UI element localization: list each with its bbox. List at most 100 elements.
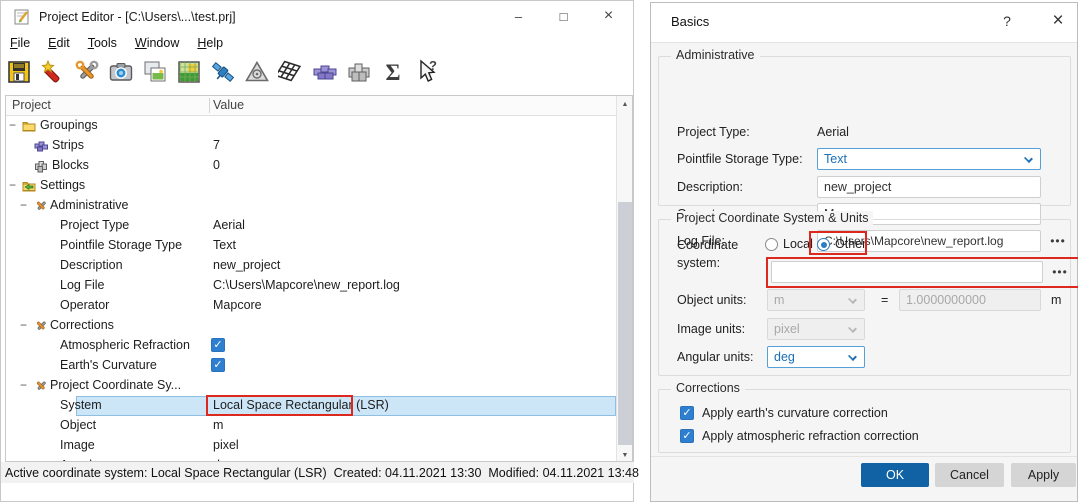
description-label: Description: — [677, 180, 743, 194]
project-editor-window: Project Editor - [C:\Users\...\test.prj]… — [0, 0, 634, 502]
angular-units-select[interactable]: deg — [767, 346, 865, 368]
tree-row[interactable]: − Administrative — [6, 196, 618, 216]
corrections-legend: Corrections — [671, 381, 745, 395]
menu-file[interactable]: File — [1, 34, 39, 52]
pointfile-storage-type-value: Text — [824, 152, 847, 166]
tree-row[interactable]: Blocks0 — [6, 156, 618, 176]
toolbar: Σ? — [3, 54, 443, 90]
menu-tools[interactable]: Tools — [79, 34, 126, 52]
tree-row-value: C:\Users\Mapcore\new_report.log — [213, 278, 400, 292]
tree-row[interactable]: Objectm — [6, 416, 618, 436]
correction-label: Apply earth's curvature correction — [702, 406, 888, 420]
dialog-title: Basics — [671, 14, 709, 29]
maximize-button[interactable]: □ — [541, 1, 586, 31]
tree-row-label: Atmospheric Refraction — [60, 338, 190, 352]
tree-row[interactable]: Project TypeAerial — [6, 216, 618, 236]
correction-row: ✓ Apply earth's curvature correction — [680, 406, 888, 420]
scroll-up-arrow-icon[interactable]: ▲ — [617, 96, 633, 112]
tree-row-label: Settings — [40, 178, 85, 192]
pointfile-storage-type-select[interactable]: Text — [817, 148, 1041, 170]
tree-row[interactable]: Descriptionnew_project — [6, 256, 618, 276]
raster-map-icon[interactable] — [173, 56, 205, 88]
minimize-button[interactable]: – — [496, 1, 541, 31]
pyramid-target-icon[interactable] — [241, 56, 273, 88]
expander-icon[interactable]: − — [20, 378, 27, 392]
correction-row: ✓Apply atmospheric refraction correction — [680, 429, 919, 443]
menu-window[interactable]: Window — [126, 34, 188, 52]
scroll-down-arrow-icon[interactable]: ▼ — [617, 447, 633, 462]
ok-button[interactable]: OK — [861, 463, 929, 487]
svg-text:?: ? — [429, 59, 437, 73]
image-units-select: pixel — [767, 318, 865, 340]
object-units-select: m — [767, 289, 865, 311]
tree-row[interactable]: Log FileC:\Users\Mapcore\new_report.log — [6, 276, 618, 296]
tree-header-project[interactable]: Project — [12, 98, 51, 112]
images-icon[interactable] — [139, 56, 171, 88]
tree-header-value[interactable]: Value — [213, 98, 244, 112]
expander-icon[interactable]: − — [20, 198, 27, 212]
corrections-group: Corrections ✓Apply earth's curvature cor… — [658, 389, 1071, 453]
close-button[interactable]: × — [586, 1, 631, 31]
expander-icon[interactable]: − — [9, 178, 16, 192]
column-divider[interactable] — [209, 98, 210, 113]
tree-row-label: Strips — [52, 138, 84, 152]
tree-row-label: Earth's Curvature — [60, 358, 157, 372]
description-field[interactable]: new_project — [817, 176, 1041, 198]
save-icon[interactable] — [3, 56, 35, 88]
administrative-legend: Administrative — [671, 48, 760, 62]
menu-help[interactable]: Help — [188, 34, 232, 52]
angular-units-label: Angular units: — [677, 350, 753, 364]
tree-row-label: Operator — [60, 298, 109, 312]
tree-row[interactable]: − Settings — [6, 176, 618, 196]
expander-icon[interactable]: − — [9, 118, 16, 132]
strips-3d-icon[interactable] — [309, 56, 341, 88]
cancel-button[interactable]: Cancel — [935, 463, 1004, 487]
tree-row[interactable]: −Project Coordinate Sy... — [6, 376, 618, 396]
help-icon[interactable]: ? — [997, 13, 1017, 29]
checkbox-checked[interactable]: ✓ — [680, 429, 694, 443]
checkbox-checked[interactable]: ✓ — [211, 338, 225, 352]
vertical-scrollbar[interactable]: ▲ ▼ — [616, 96, 632, 462]
tree-row-value: new_project — [213, 258, 280, 272]
project-type-value: Aerial — [817, 125, 849, 139]
sigma-icon[interactable]: Σ — [377, 56, 409, 88]
tree-row-value: pixel — [213, 438, 239, 452]
tree-row[interactable]: Pointfile Storage TypeText — [6, 236, 618, 256]
tree-header: Project Value — [6, 96, 632, 116]
chevron-down-icon — [1024, 154, 1033, 163]
tree-row[interactable]: OperatorMapcore — [6, 296, 618, 316]
expander-icon[interactable]: − — [20, 318, 27, 332]
object-units-value: m — [774, 293, 784, 307]
tree-row-value: Text — [213, 238, 236, 252]
strips-icon — [34, 139, 48, 153]
tree-row-label: Administrative — [50, 198, 129, 212]
tree-row-value: m — [213, 418, 223, 432]
project-tree: Project Value −GroupingsStrips7Blocks0−S… — [5, 95, 633, 462]
tree-row[interactable]: Imagepixel — [6, 436, 618, 456]
object-units-label: Object units: — [677, 293, 746, 307]
checkbox-checked[interactable]: ✓ — [680, 406, 694, 420]
dialog-close-icon[interactable]: × — [1047, 10, 1069, 32]
tree-row[interactable]: SystemLocal Space Rectangular (LSR) — [6, 396, 618, 416]
scrollbar-thumb[interactable] — [618, 202, 632, 445]
satellite-icon[interactable] — [207, 56, 239, 88]
apply-button[interactable]: Apply — [1011, 463, 1076, 487]
radio-local[interactable] — [765, 238, 778, 251]
tree-row[interactable]: −Groupings — [6, 116, 618, 136]
chevron-down-icon — [848, 352, 857, 361]
tools-icon[interactable] — [71, 56, 103, 88]
help-pointer-icon[interactable]: ? — [411, 56, 443, 88]
annotation-box-coordinate-field — [766, 257, 1078, 288]
tree-row[interactable]: Atmospheric Refraction ✓ — [6, 336, 618, 356]
wizard-icon[interactable] — [37, 56, 69, 88]
checkbox-checked[interactable]: ✓ — [211, 358, 225, 372]
administrative-group: Administrative Project Type: Aerial Poin… — [658, 56, 1071, 206]
tree-row[interactable]: Earth's Curvature ✓ — [6, 356, 618, 376]
tree-row-label: Project Type — [60, 218, 129, 232]
menu-edit[interactable]: Edit — [39, 34, 79, 52]
mesh-grid-icon[interactable] — [275, 56, 307, 88]
tree-row[interactable]: −Corrections — [6, 316, 618, 336]
blocks-3d-icon[interactable] — [343, 56, 375, 88]
camera-icon[interactable] — [105, 56, 137, 88]
tree-row[interactable]: Strips7 — [6, 136, 618, 156]
